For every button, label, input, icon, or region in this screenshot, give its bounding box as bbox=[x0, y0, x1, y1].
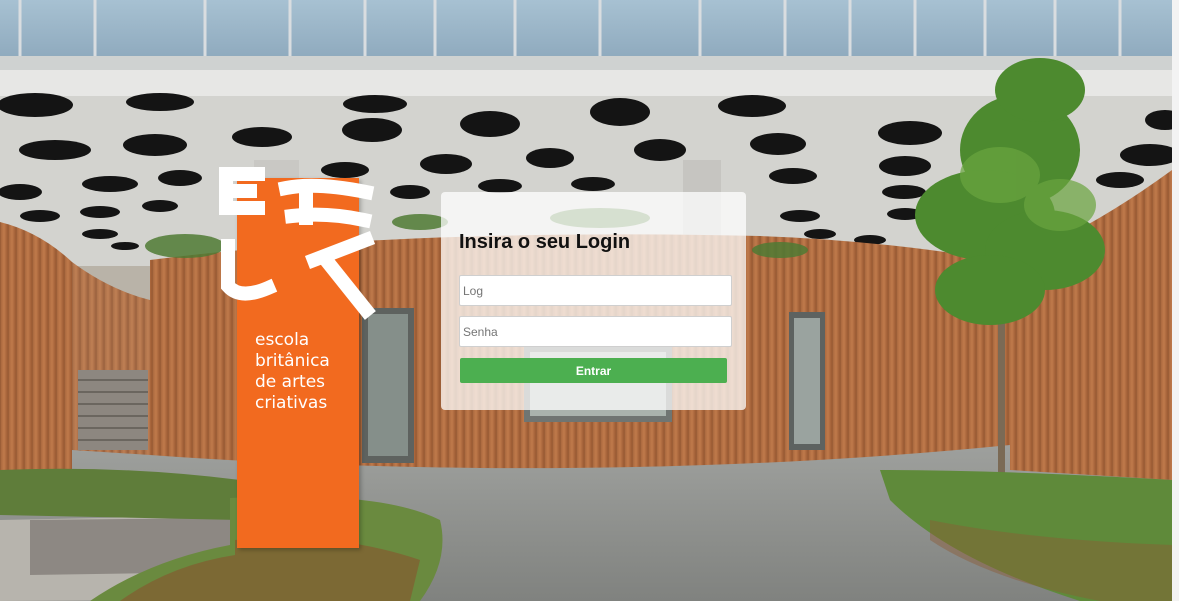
login-form: Insira o seu Login Entrar bbox=[441, 192, 746, 410]
password-input[interactable] bbox=[459, 316, 732, 347]
sign-line: criativas bbox=[255, 393, 328, 413]
sign-line: de artes bbox=[255, 372, 326, 392]
sign-line: escola bbox=[255, 330, 310, 350]
login-title: Insira o seu Login bbox=[459, 231, 631, 253]
school-sign-text: escola britânica de artes criativas bbox=[255, 330, 365, 414]
school-logo-icon bbox=[219, 167, 376, 320]
login-input[interactable] bbox=[459, 275, 732, 306]
submit-button[interactable]: Entrar bbox=[460, 358, 727, 383]
sign-line: britânica bbox=[255, 351, 330, 371]
